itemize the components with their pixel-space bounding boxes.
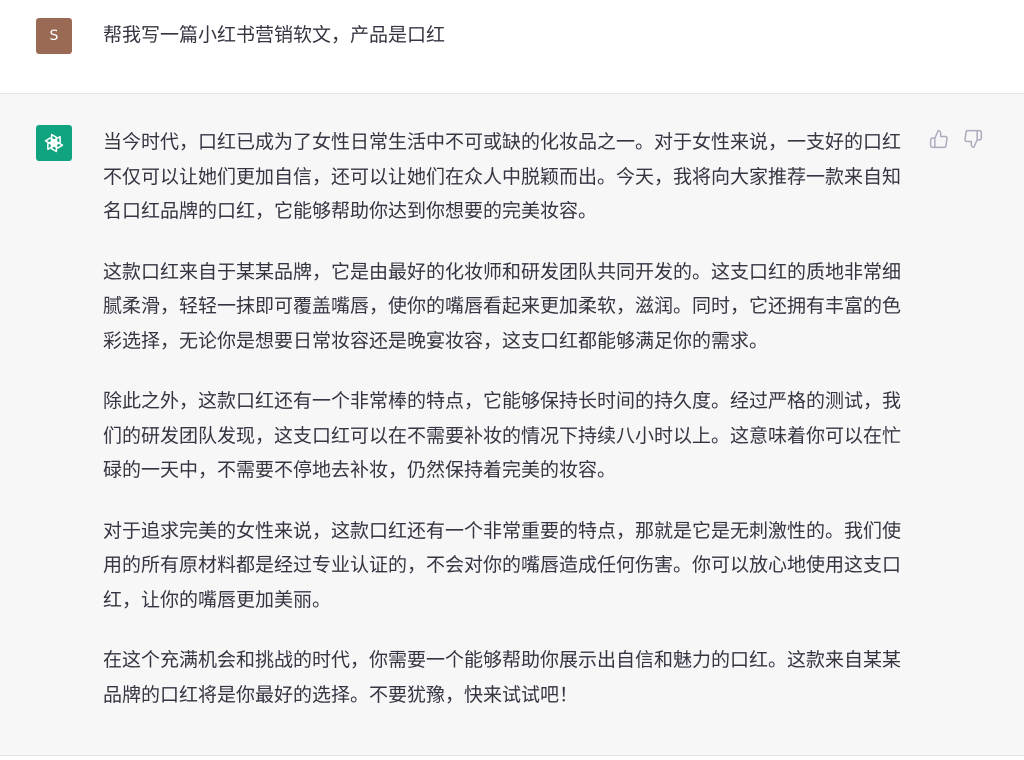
thumbs-up-button[interactable] (927, 127, 951, 151)
assistant-paragraph: 当今时代，口红已成为了女性日常生活中不可或缺的化妆品之一。对于女性来说，一支好的… (103, 131, 902, 222)
thumbs-down-button[interactable] (961, 127, 985, 151)
openai-logo-icon (44, 133, 64, 153)
user-avatar: S (36, 18, 72, 54)
user-message-text: 帮我写一篇小红书营销软文，产品是口红 (103, 24, 446, 46)
assistant-paragraph: 除此之外，这款口红还有一个非常棒的特点，它能够保持长时间的持久度。经过严格的测试… (103, 390, 902, 481)
assistant-paragraph: 这款口红来自于某某品牌，它是由最好的化妆师和研发团队共同开发的。这支口红的质地非… (103, 260, 902, 352)
assistant-message-text: 当今时代，口红已成为了女性日常生活中不可或缺的化妆品之一。对于女性来说，一支好的… (103, 125, 903, 738)
assistant-paragraph: 对于追求完美的女性来说，这款口红还有一个非常重要的特点，那就是它是无刺激性的。我… (103, 519, 902, 611)
assistant-avatar (36, 125, 72, 161)
assistant-paragraph: 在这个充满机会和挑战的时代，你需要一个能够帮助你展示出自信和魅力的口红。这款来自… (103, 649, 902, 706)
thumbs-up-icon (929, 129, 948, 149)
assistant-message-row: 当今时代，口红已成为了女性日常生活中不可或缺的化妆品之一。对于女性来说，一支好的… (0, 94, 1024, 756)
user-message-row: S 帮我写一篇小红书营销软文，产品是口红 (0, 0, 1024, 94)
thumbs-down-icon (964, 129, 983, 149)
user-avatar-initial: S (49, 28, 59, 44)
